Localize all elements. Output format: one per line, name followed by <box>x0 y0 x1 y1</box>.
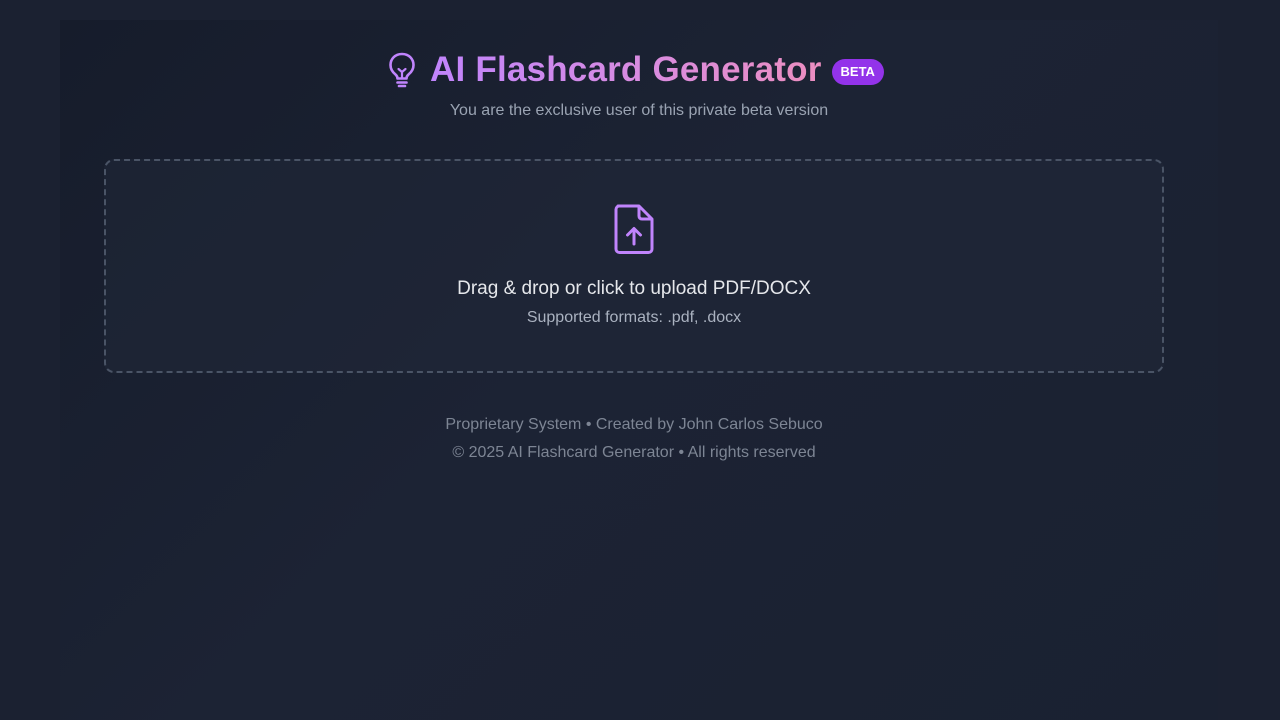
beta-badge: BETA <box>831 59 884 85</box>
subtitle: You are the exclusive user of this priva… <box>449 102 829 119</box>
lightbulb-icon <box>389 52 415 88</box>
header: AI Flashcard Generator BETA You are the … <box>60 50 1218 122</box>
upload-label: Drag & drop or click to upload PDF/DOCX <box>457 278 811 299</box>
main-panel: AI Flashcard Generator BETA You are the … <box>60 20 1218 720</box>
app-page: AI Flashcard Generator BETA You are the … <box>0 0 1280 720</box>
supported-formats-text: Supported formats: .pdf, .docx <box>526 309 742 326</box>
upload-dropzone[interactable]: Drag & drop or click to upload PDF/DOCX … <box>104 159 1164 373</box>
footer-credits: Proprietary System • Created by John Car… <box>445 416 823 433</box>
footer-copyright: © 2025 AI Flashcard Generator • All righ… <box>452 444 816 461</box>
file-upload-icon <box>614 204 654 254</box>
footer: Proprietary System • Created by John Car… <box>60 411 1208 467</box>
app-title: AI Flashcard Generator <box>430 50 822 89</box>
title-row: AI Flashcard Generator BETA <box>60 50 1218 90</box>
